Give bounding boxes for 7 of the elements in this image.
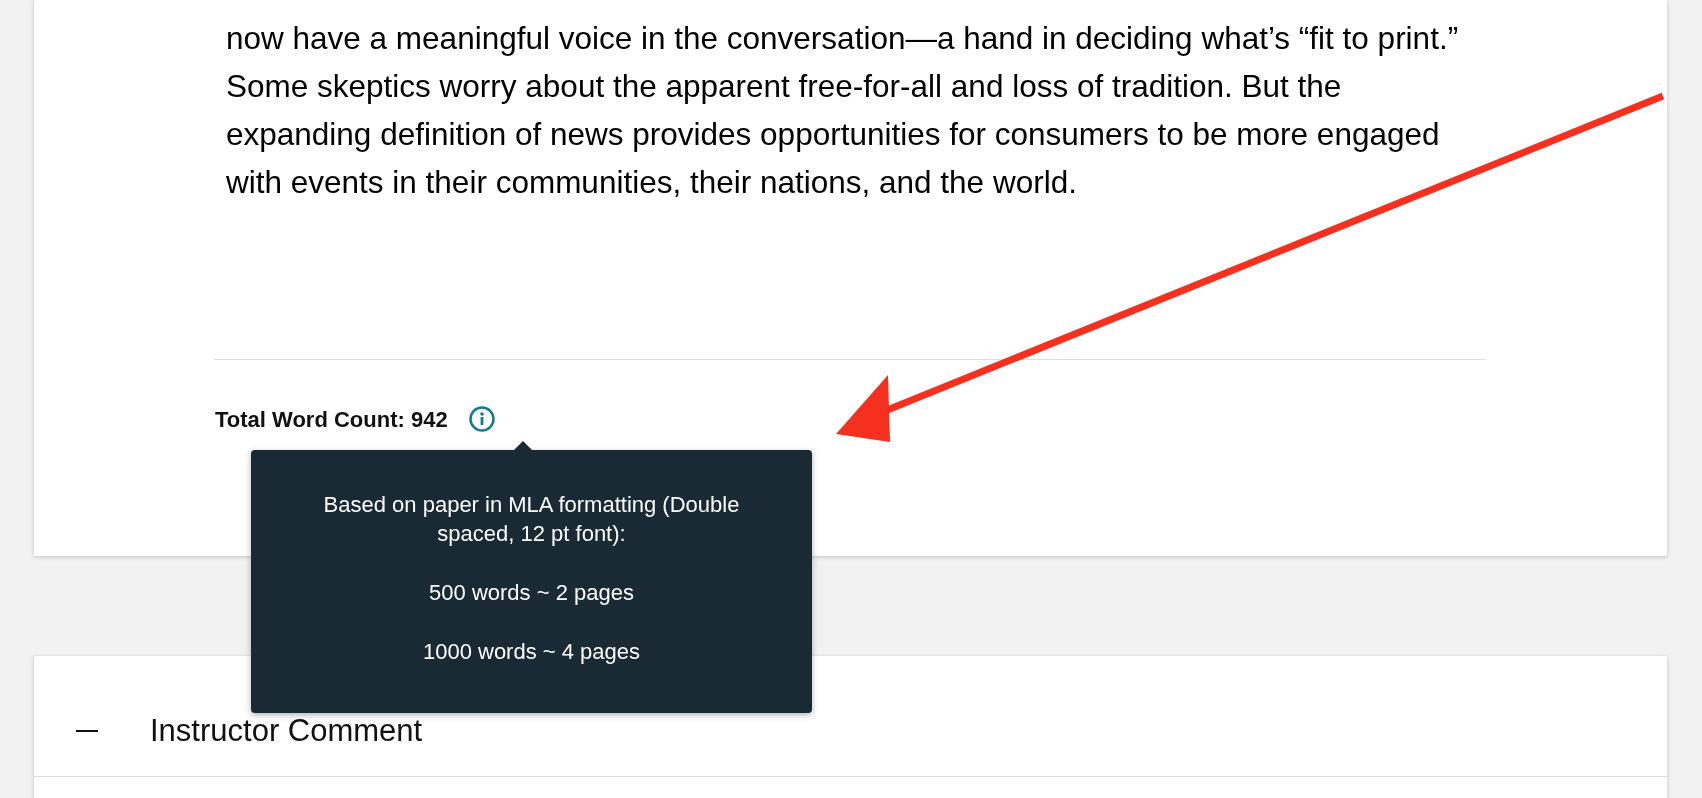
collapse-icon[interactable] (76, 729, 98, 733)
essay-paragraph: now have a meaningful voice in the conversation—a hand in deciding what’s “fit to print.” Some skeptics worry about the apparent free-for-all and loss of tradition. But the expanding definition of news provides opportunities for consumers to be more engaged with events in their communities, their nations, and the world. (226, 19, 1460, 202)
tooltip-text: 500 words ~ 2 pages (429, 579, 634, 607)
info-icon[interactable] (467, 405, 496, 433)
tooltip-text: 1000 words ~ 4 pages (422, 638, 641, 666)
tooltip-text: Based on paper in MLA formatting (Double spaced, 12 pt font): (322, 491, 741, 548)
word-count: Total Word Count: 942 (215, 405, 448, 434)
